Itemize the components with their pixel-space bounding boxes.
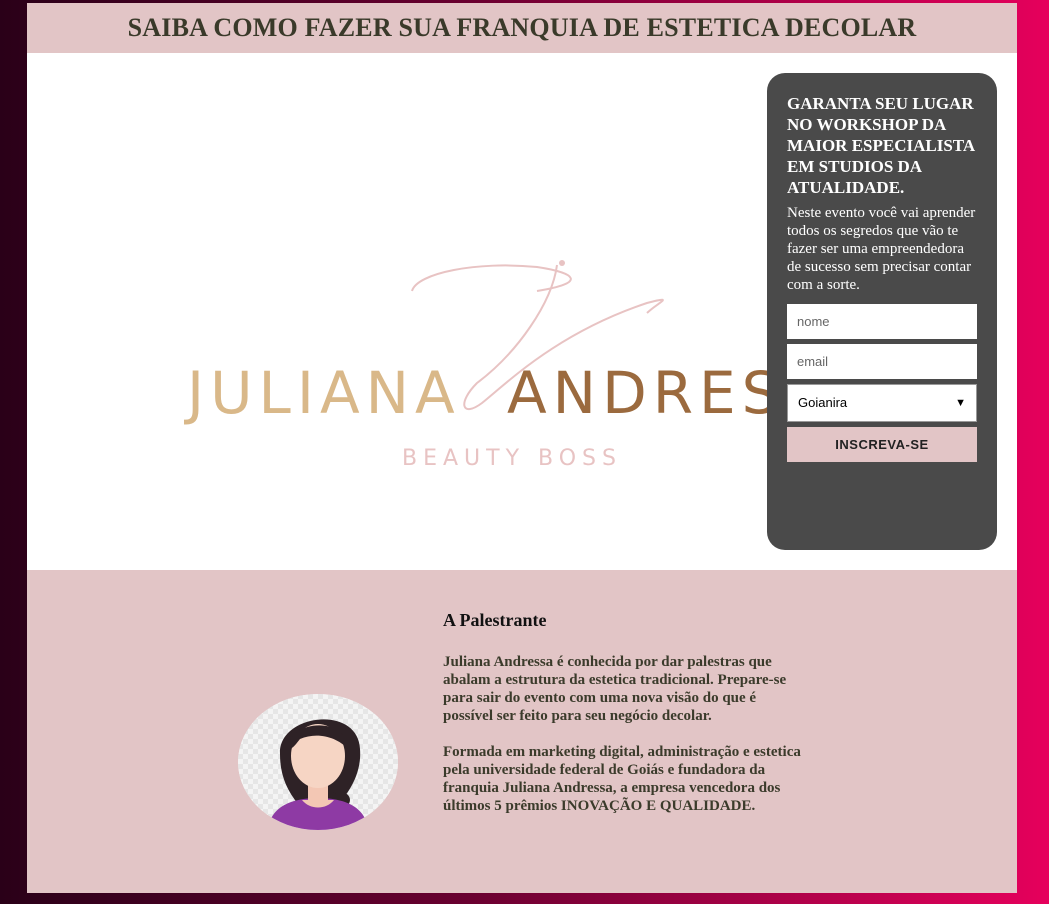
signup-submit-button[interactable]: INSCREVA-SE [787,427,977,462]
logo-name-first: JULIANA [184,359,461,427]
speaker-avatar [238,694,398,830]
speaker-bio: A Palestrante Juliana Andressa é conheci… [443,610,803,833]
speaker-paragraph-2: Formada em marketing digital, administra… [443,744,801,814]
page-container: SAIBA COMO FAZER SUA FRANQUIA DE ESTETIC… [27,3,1017,893]
brand-logo-graphic: JULIANA ANDRESSA BEAUTY BOSS [184,260,868,471]
chevron-down-icon: ▼ [955,397,966,409]
brand-logo: JULIANA ANDRESSA BEAUTY BOSS [177,243,868,483]
speaker-heading: A Palestrante [443,610,547,630]
top-banner: SAIBA COMO FAZER SUA FRANQUIA DE ESTETIC… [27,3,1017,53]
email-input[interactable]: email [787,344,977,379]
city-select-value: Goianira [798,395,848,410]
name-input-placeholder: nome [797,314,830,329]
speaker-section: A Palestrante Juliana Andressa é conheci… [27,570,1017,893]
speaker-avatar-illustration [238,694,398,830]
speaker-paragraph-1: Juliana Andressa é conhecida por dar pal… [443,654,787,724]
signup-form-card: GARANTA SEU LUGAR NO WORKSHOP DA MAIOR E… [767,73,997,550]
email-input-placeholder: email [797,354,829,369]
page-title: SAIBA COMO FAZER SUA FRANQUIA DE ESTETIC… [127,13,917,42]
hero-section: JULIANA ANDRESSA BEAUTY BOSS GARANTA SEU… [27,53,1017,570]
logo-tagline: BEAUTY BOSS [402,446,622,471]
name-input[interactable]: nome [787,304,977,339]
form-heading: GARANTA SEU LUGAR NO WORKSHOP DA MAIOR E… [787,94,975,197]
city-select[interactable]: Goianira ▼ [787,384,977,422]
form-description: Neste evento você vai aprender todos os … [787,205,976,293]
